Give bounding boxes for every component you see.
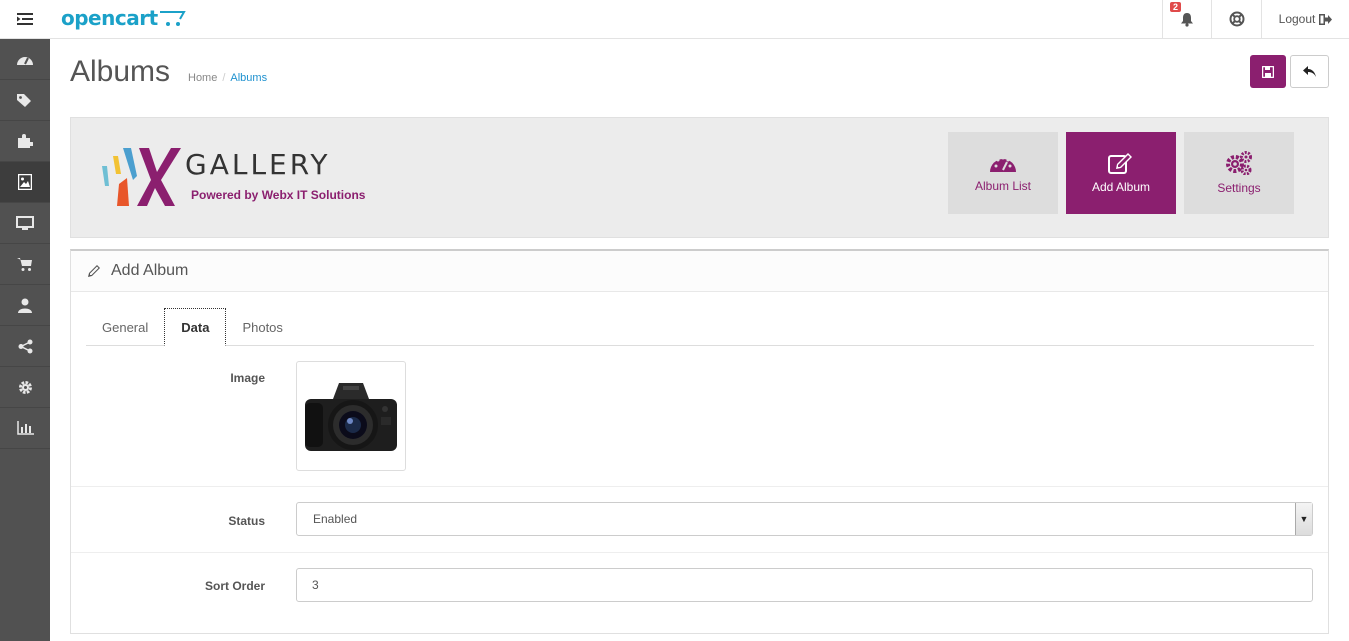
status-label: Status: [228, 514, 265, 528]
gallery-banner: GALLERY Powered by Webx IT Solutions Alb…: [70, 117, 1329, 238]
opencart-logo[interactable]: opencart: [61, 4, 188, 32]
cogs-icon: [1226, 151, 1252, 175]
panel-heading: Add Album: [71, 251, 1328, 292]
dashboard-icon: [17, 56, 33, 65]
puzzle-icon: [18, 134, 33, 148]
top-header: opencart 2 Logout: [0, 0, 1349, 39]
reply-icon: [1303, 66, 1316, 77]
sidebar-item-gallery[interactable]: [0, 162, 50, 203]
breadcrumb-home[interactable]: Home: [188, 72, 217, 84]
save-button[interactable]: [1250, 55, 1286, 88]
sort-order-input[interactable]: [296, 568, 1313, 602]
image-form-row: Image: [71, 347, 1328, 487]
logo-text: opencart: [61, 6, 158, 30]
chevron-down-icon[interactable]: ▼: [1295, 503, 1312, 535]
sidebar-item-reports[interactable]: [0, 408, 50, 449]
form-tabs: General Data Photos: [86, 308, 1314, 346]
tab-data[interactable]: Data: [164, 308, 227, 346]
add-album-tile[interactable]: Add Album: [1066, 132, 1176, 214]
sidebar-item-marketing[interactable]: [0, 326, 50, 367]
back-button[interactable]: [1290, 55, 1329, 88]
sidebar-item-catalog[interactable]: [0, 80, 50, 121]
desktop-icon: [16, 215, 34, 230]
album-list-label: Album List: [974, 179, 1032, 193]
sidebar-item-customers[interactable]: [0, 285, 50, 326]
logout-button[interactable]: Logout: [1261, 0, 1349, 38]
breadcrumb-albums[interactable]: Albums: [230, 72, 267, 84]
breadcrumb: Home / Albums: [188, 72, 267, 84]
sidebar-item-design[interactable]: [0, 203, 50, 244]
sidebar-item-extensions[interactable]: [0, 121, 50, 162]
album-list-tile[interactable]: Album List: [948, 132, 1058, 214]
life-ring-icon: [1229, 11, 1244, 27]
gallery-logo-mark: [102, 148, 181, 206]
dashboard-icon: [990, 156, 1016, 172]
gallery-brand-subtitle: Powered by Webx IT Solutions: [191, 188, 366, 202]
edit-icon: [1108, 153, 1132, 174]
sidebar-item-dashboard[interactable]: [0, 39, 50, 80]
status-select[interactable]: Enabled ▼: [296, 502, 1313, 536]
user-icon: [18, 298, 32, 313]
main-content: Albums Home / Albums GALLERY Powered by …: [50, 39, 1349, 641]
sort-order-label: Sort Order: [204, 579, 265, 593]
sidebar-item-system[interactable]: [0, 367, 50, 408]
cart-logo-icon: [159, 11, 186, 26]
gallery-logo: GALLERY Powered by Webx IT Solutions: [99, 146, 369, 212]
menu-toggle-button[interactable]: [0, 0, 50, 38]
bell-icon: [1181, 12, 1193, 27]
save-icon: [1262, 65, 1274, 78]
album-image-thumbnail[interactable]: [296, 361, 406, 471]
notifications-button[interactable]: 2: [1162, 0, 1211, 38]
share-icon: [18, 339, 32, 353]
cart-icon: [17, 257, 32, 271]
cog-icon: [18, 380, 32, 394]
status-form-row: Status Enabled ▼: [71, 487, 1328, 553]
settings-tile[interactable]: Settings: [1184, 132, 1294, 214]
breadcrumb-separator: /: [222, 72, 226, 84]
tags-icon: [17, 93, 31, 107]
bar-chart-icon: [16, 421, 34, 435]
image-icon: [18, 174, 32, 190]
sidebar-item-sales[interactable]: [0, 244, 50, 285]
add-album-panel: Add Album General Data Photos Image Stat…: [70, 249, 1329, 634]
logout-label: Logout: [1278, 12, 1316, 26]
gallery-brand-name: GALLERY: [185, 148, 331, 181]
sort-order-form-row: Sort Order: [71, 553, 1328, 633]
tab-general[interactable]: General: [86, 308, 164, 346]
add-album-label: Add Album: [1091, 180, 1151, 194]
settings-label: Settings: [1217, 181, 1261, 195]
sidebar: [0, 39, 50, 641]
help-button[interactable]: [1211, 0, 1261, 38]
tab-photos[interactable]: Photos: [226, 308, 298, 346]
page-title: Albums: [70, 55, 171, 88]
status-selected-value: Enabled: [313, 512, 358, 526]
notification-badge: 2: [1170, 2, 1182, 12]
pencil-icon: [88, 265, 100, 277]
image-label: Image: [230, 371, 265, 385]
menu-toggle-icon: [17, 13, 33, 25]
camera-image: [305, 383, 397, 451]
sign-out-icon: [1319, 13, 1333, 25]
panel-heading-title: Add Album: [111, 262, 189, 279]
